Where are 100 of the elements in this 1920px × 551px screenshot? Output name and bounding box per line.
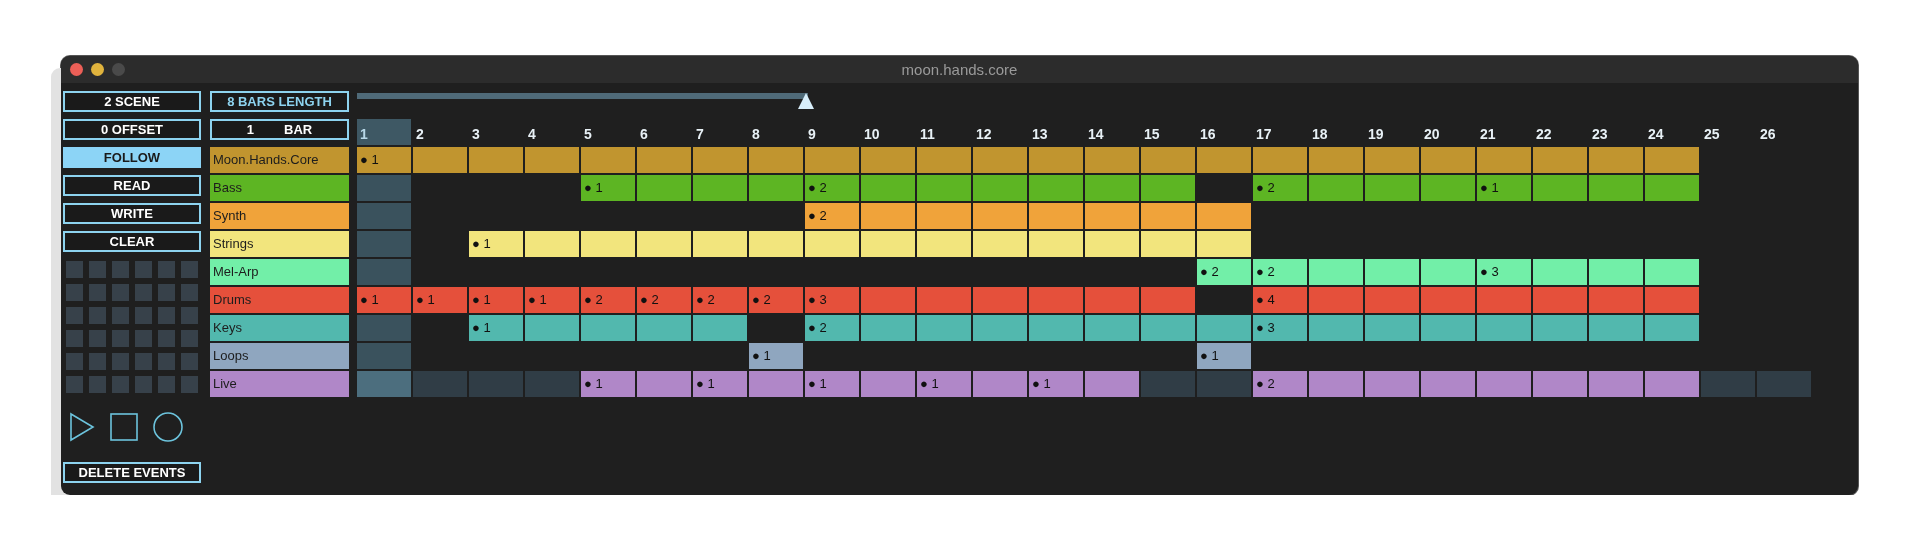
clip[interactable] xyxy=(1645,175,1699,201)
clip[interactable] xyxy=(1365,287,1419,313)
bar-number[interactable]: 24 xyxy=(1645,119,1699,145)
pad[interactable] xyxy=(158,376,175,393)
pad[interactable] xyxy=(158,353,175,370)
track-name[interactable]: Mel-Arp xyxy=(210,259,349,285)
bar-number[interactable]: 10 xyxy=(861,119,915,145)
clip[interactable] xyxy=(1421,175,1475,201)
clip-slot[interactable] xyxy=(525,371,579,397)
play-icon[interactable] xyxy=(69,412,95,442)
clip[interactable] xyxy=(1197,203,1251,229)
clip[interactable] xyxy=(693,147,747,173)
clip[interactable]: ● 1 xyxy=(469,315,523,341)
pad[interactable] xyxy=(135,376,152,393)
clip[interactable] xyxy=(973,371,1027,397)
clip[interactable] xyxy=(413,147,467,173)
pad[interactable] xyxy=(89,261,106,278)
clip[interactable] xyxy=(1085,175,1139,201)
clip[interactable] xyxy=(1589,371,1643,397)
pad[interactable] xyxy=(158,307,175,324)
clip[interactable] xyxy=(525,231,579,257)
clip[interactable] xyxy=(973,203,1027,229)
bar-number[interactable]: 18 xyxy=(1309,119,1363,145)
clip[interactable] xyxy=(637,175,691,201)
pad[interactable] xyxy=(112,353,129,370)
slider-thumb[interactable] xyxy=(798,93,815,109)
clip[interactable] xyxy=(1309,287,1363,313)
clip[interactable] xyxy=(749,371,803,397)
clip[interactable]: ● 1 xyxy=(1029,371,1083,397)
pad[interactable] xyxy=(158,330,175,347)
clip[interactable]: ● 1 xyxy=(525,287,579,313)
clip[interactable] xyxy=(1365,175,1419,201)
toggle-button[interactable]: CLEAR xyxy=(63,231,201,252)
bar-number[interactable]: 8 xyxy=(749,119,803,145)
clip[interactable]: ● 3 xyxy=(1253,315,1307,341)
clip[interactable] xyxy=(1197,315,1251,341)
toggle-button[interactable]: 2 SCENE xyxy=(63,91,201,112)
pad[interactable] xyxy=(66,330,83,347)
toggle-button[interactable]: FOLLOW xyxy=(63,147,201,168)
clip[interactable]: ● 1 xyxy=(693,371,747,397)
clip[interactable]: ● 1 xyxy=(469,231,523,257)
clip[interactable] xyxy=(637,147,691,173)
delete-events-button[interactable]: DELETE EVENTS xyxy=(63,462,201,483)
length-button[interactable]: 8 BARS LENGTH xyxy=(210,91,349,112)
clip[interactable] xyxy=(917,315,971,341)
pad[interactable] xyxy=(135,284,152,301)
clip-slot[interactable] xyxy=(357,231,411,257)
clip[interactable] xyxy=(973,287,1027,313)
clip[interactable] xyxy=(1309,147,1363,173)
pad[interactable] xyxy=(135,261,152,278)
pad[interactable] xyxy=(66,307,83,324)
clip-slot[interactable] xyxy=(1141,371,1195,397)
track-name[interactable]: Bass xyxy=(210,175,349,201)
clip[interactable] xyxy=(581,315,635,341)
pad[interactable] xyxy=(181,376,198,393)
pad[interactable] xyxy=(158,261,175,278)
clip[interactable] xyxy=(1645,371,1699,397)
clip[interactable] xyxy=(1533,287,1587,313)
clip-slot[interactable] xyxy=(357,315,411,341)
clip-slot[interactable] xyxy=(357,259,411,285)
clip[interactable] xyxy=(1141,287,1195,313)
clip[interactable] xyxy=(917,175,971,201)
clip[interactable] xyxy=(861,287,915,313)
clip-slot[interactable] xyxy=(357,371,411,397)
bar-field[interactable]: 1 BAR xyxy=(210,119,349,140)
clip[interactable] xyxy=(1141,231,1195,257)
stop-icon[interactable] xyxy=(110,413,138,441)
clip[interactable] xyxy=(469,147,523,173)
clip[interactable]: ● 2 xyxy=(805,315,859,341)
clip[interactable] xyxy=(1421,147,1475,173)
clip[interactable]: ● 2 xyxy=(1253,371,1307,397)
clip-slot[interactable] xyxy=(1757,371,1811,397)
clip[interactable]: ● 1 xyxy=(469,287,523,313)
pad[interactable] xyxy=(89,330,106,347)
pad[interactable] xyxy=(135,330,152,347)
record-icon[interactable] xyxy=(153,412,183,442)
bar-number[interactable]: 9 xyxy=(805,119,859,145)
clip-slot[interactable] xyxy=(1701,371,1755,397)
bar-number[interactable]: 3 xyxy=(469,119,523,145)
clip[interactable] xyxy=(637,231,691,257)
clip[interactable] xyxy=(1141,147,1195,173)
toggle-button[interactable]: 0 OFFSET xyxy=(63,119,201,140)
bar-number[interactable]: 11 xyxy=(917,119,971,145)
clip[interactable] xyxy=(1589,175,1643,201)
close-button[interactable] xyxy=(70,63,83,76)
clip[interactable] xyxy=(1085,287,1139,313)
clip[interactable]: ● 1 xyxy=(1477,175,1531,201)
clip[interactable]: ● 2 xyxy=(805,175,859,201)
track-name[interactable]: Strings xyxy=(210,231,349,257)
pad[interactable] xyxy=(66,284,83,301)
clip[interactable] xyxy=(1421,315,1475,341)
clip[interactable] xyxy=(1533,175,1587,201)
clip[interactable]: ● 1 xyxy=(581,175,635,201)
clip[interactable]: ● 4 xyxy=(1253,287,1307,313)
bar-number[interactable]: 2 xyxy=(413,119,467,145)
bar-number[interactable]: 20 xyxy=(1421,119,1475,145)
clip[interactable] xyxy=(1029,147,1083,173)
clip[interactable] xyxy=(1421,259,1475,285)
clip[interactable] xyxy=(581,147,635,173)
clip[interactable] xyxy=(1197,147,1251,173)
